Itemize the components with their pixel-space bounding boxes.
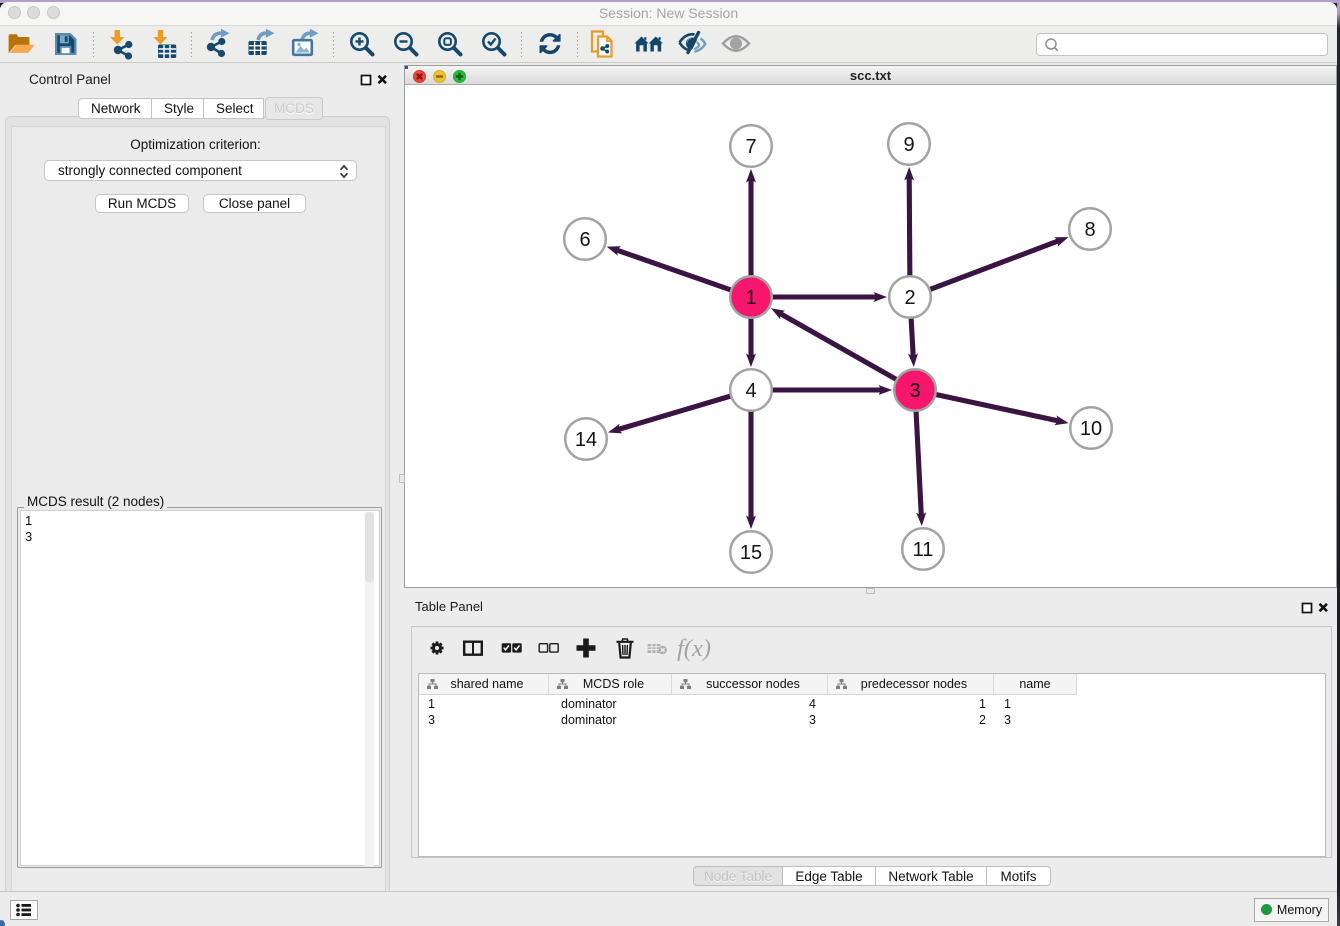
svg-text:f(x): f(x) (677, 635, 711, 662)
svg-text:7: 7 (745, 136, 756, 158)
svg-text:10: 10 (1080, 418, 1102, 440)
svg-text:14: 14 (575, 429, 597, 451)
svg-text:3: 3 (909, 380, 920, 402)
svg-text:1: 1 (745, 287, 756, 309)
svg-text:9: 9 (903, 134, 914, 156)
svg-text:8: 8 (1084, 219, 1095, 241)
svg-text:11: 11 (913, 539, 934, 561)
svg-text:15: 15 (740, 542, 762, 564)
svg-text:2: 2 (904, 287, 915, 309)
svg-text:4: 4 (745, 380, 756, 402)
svg-text:6: 6 (579, 229, 590, 251)
